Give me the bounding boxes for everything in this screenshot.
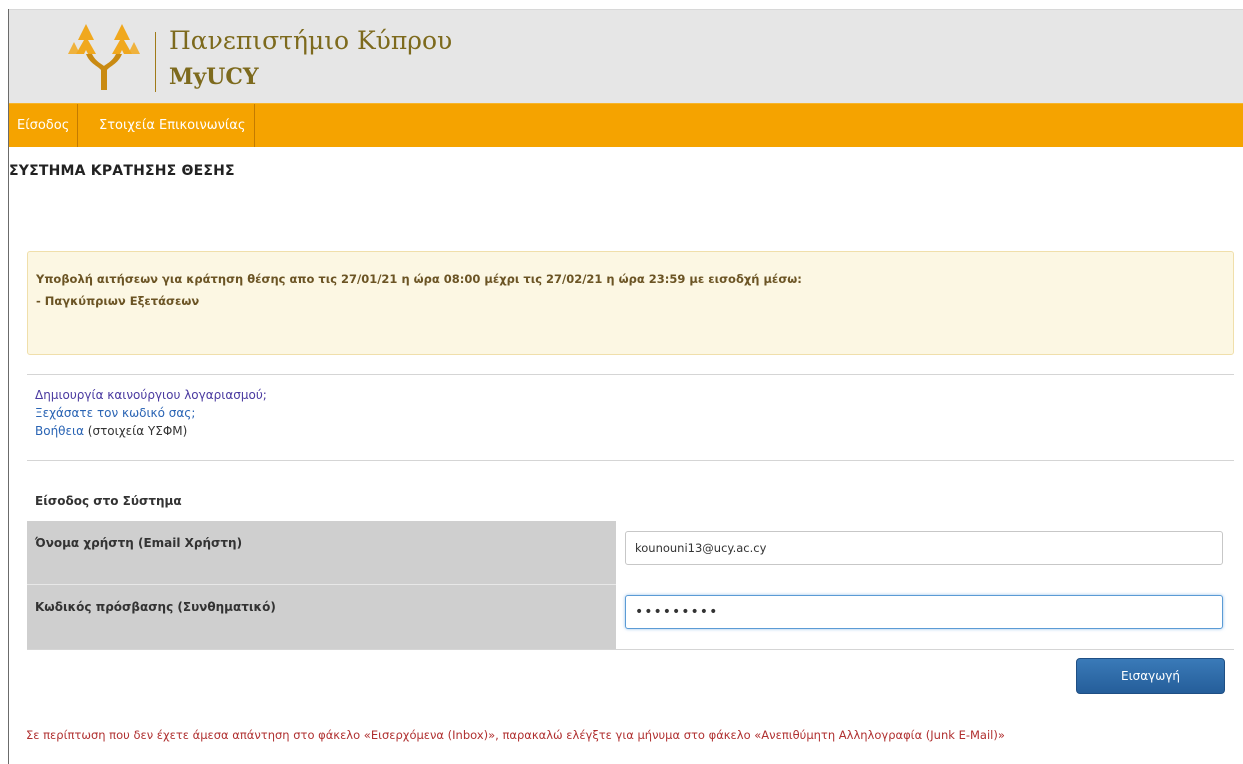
alert-text-line-2: - Παγκύπριων Εξετάσεων: [36, 294, 200, 308]
page: Πανεπιστήμιο Κύπρου MyUCY Είσοδος Στοιχε…: [0, 0, 1243, 764]
logo-divider: [155, 32, 156, 92]
password-row: Κωδικός πρόσβασης (Συνθηματικό): [27, 585, 1234, 650]
university-name: Πανεπιστήμιο Κύπρου: [169, 26, 453, 55]
cypress-trees-logo-icon[interactable]: [64, 20, 144, 92]
username-input[interactable]: [625, 531, 1223, 565]
divider: [27, 374, 1234, 375]
username-label: Όνομα χρήστη (Email Χρήστη): [35, 536, 243, 550]
portal-name: MyUCY: [169, 64, 259, 90]
help-note: (στοιχεία ΥΣΦΜ): [83, 424, 188, 438]
password-input[interactable]: [625, 595, 1223, 629]
site-header: Πανεπιστήμιο Κύπρου MyUCY: [9, 9, 1243, 104]
username-label-cell: Όνομα χρήστη (Email Χρήστη): [27, 521, 616, 585]
page-title: ΣΥΣΤΗΜΑ ΚΡΑΤΗΣΗΣ ΘΕΣΗΣ: [9, 163, 235, 179]
submit-button[interactable]: Εισαγωγή: [1076, 658, 1225, 694]
help-row: Βοήθεια (στοιχεία ΥΣΦΜ): [35, 424, 187, 438]
forgot-password-link[interactable]: Ξεχάσατε τον κωδικό σας;: [35, 406, 195, 420]
nav-item-contact[interactable]: Στοιχεία Επικοινωνίας: [91, 104, 255, 147]
password-label: Κωδικός πρόσβασης (Συνθηματικό): [35, 600, 276, 614]
junk-mail-notice: Σε περίπτωση που δεν έχετε άμεσα απάντησ…: [26, 728, 1005, 742]
password-label-cell: Κωδικός πρόσβασης (Συνθηματικό): [27, 585, 616, 649]
login-section-title: Είσοδος στο Σύστημα: [35, 494, 182, 508]
main-navbar: Είσοδος Στοιχεία Επικοινωνίας: [9, 103, 1243, 147]
window-top-strip: [0, 0, 1243, 9]
info-alert: Υποβολή αιτήσεων για κράτηση θέσης απο τ…: [27, 251, 1234, 355]
help-link[interactable]: Βοήθεια: [35, 424, 84, 438]
alert-text-line-1: Υποβολή αιτήσεων για κράτηση θέσης απο τ…: [36, 272, 802, 286]
username-row: Όνομα χρήστη (Email Χρήστη): [27, 521, 1234, 585]
create-account-link[interactable]: Δημιουργία καινούργιου λογαριασμού;: [35, 388, 267, 402]
nav-item-login[interactable]: Είσοδος: [9, 104, 79, 147]
divider: [27, 460, 1234, 461]
